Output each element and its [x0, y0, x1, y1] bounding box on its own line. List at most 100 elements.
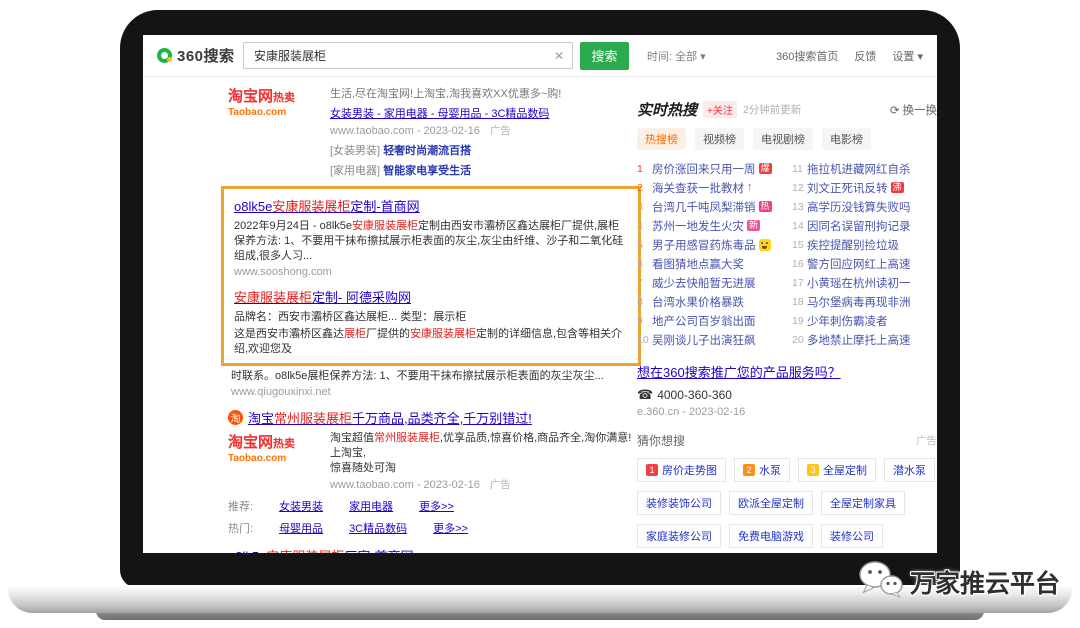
hot-search-item[interactable]: 16 警方回应网红上高速 [792, 254, 937, 273]
guess-tag[interactable]: 1 房价走势图 [637, 458, 726, 482]
search-result-2-tail: 时联系。o8lk5e展柜保养方法: 1、不要用干抹布擦拭展示柜表面的灰尘灰尘..… [231, 369, 634, 398]
taobao-logo[interactable]: 淘宝网热卖 Taobao.com [228, 85, 320, 178]
hot-tab[interactable]: 电影榜 [822, 128, 871, 150]
result-title-link[interactable]: 安康服装展柜定制- 阿德采购网 [234, 290, 411, 305]
more-link[interactable]: 更多>> [433, 520, 468, 536]
hot-search-item[interactable]: 15 疾控提醒别捡垃圾 [792, 235, 937, 254]
hot-badge: 新 [747, 220, 760, 231]
promo-link[interactable]: 想在360搜索推广您的产品服务吗？ [637, 362, 937, 381]
hot-list-col-1: 1 房价涨回来只用一周 爆 2 海关查获一批教材 ↑ [637, 159, 782, 349]
taobao-favicon: 淘 [228, 410, 243, 425]
guess-tag[interactable]: 家庭装修公司 [637, 524, 721, 548]
guess-tag-text: 全屋定制家具 [830, 495, 896, 511]
guess-tag[interactable]: 潜水泵 [884, 458, 935, 482]
guess-tag-text: 潜水泵 [893, 462, 926, 478]
ad-sub-item[interactable]: [家用电器] 智能家电享受生活 [330, 162, 561, 178]
hot-search-item[interactable]: 19 少年刺伤霸凌者 [792, 311, 937, 330]
guess-tag-text: 欧派全屋定制 [738, 495, 804, 511]
guess-tag-text: 免费电脑游戏 [738, 528, 804, 544]
result-url: www.sooshong.com [234, 266, 628, 278]
hot-item-text: 因同名误留刑拘记录 [807, 218, 911, 234]
rank-number: 18 [792, 296, 807, 308]
hot-search-item[interactable]: 2 海关查获一批教材 ↑ [637, 178, 782, 197]
guess-tag[interactable]: 免费电脑游戏 [729, 524, 813, 548]
hot-search-item[interactable]: 5 男子用感冒药炼毒品 [637, 235, 782, 254]
hot-badge: 热 [759, 201, 772, 212]
hot-search-item[interactable]: 8 台湾水果价格暴跌 [637, 292, 782, 311]
search-input[interactable]: 安康服装展柜 ✕ [243, 42, 573, 69]
recommend-link[interactable]: 母婴用品 [279, 520, 323, 536]
guess-tag[interactable]: 全屋定制家具 [821, 491, 905, 515]
sub-item-link[interactable]: 轻奢时尚潮流百搭 [383, 145, 471, 157]
search-button[interactable]: 搜索 [580, 42, 629, 70]
hot-search-item[interactable]: 1 房价涨回来只用一周 爆 [637, 159, 782, 178]
hot-search-item[interactable]: 13 高学历没钱算失败吗 [792, 197, 937, 216]
guess-header: 猜你想搜 广告 [637, 432, 937, 449]
guess-tag[interactable]: 3 全屋定制 [798, 458, 876, 482]
home-link[interactable]: 360搜索首页 [776, 48, 838, 64]
hot-tab[interactable]: 热搜榜 [637, 128, 686, 150]
hot-search-item[interactable]: 20 多地禁止摩托上高速 [792, 330, 937, 349]
hot-search-item[interactable]: 17 小黄瑶在杭州读初一 [792, 273, 937, 292]
follow-button[interactable]: +关注 [703, 101, 737, 118]
hot-badge: 沸 [891, 182, 904, 193]
time-filter-dropdown[interactable]: 时间: 全部 ▾ [647, 48, 706, 64]
ad-hot-row: 热门: 母婴用品 3C精品数码 更多>> [228, 520, 634, 536]
highlight-annotation-box: o8lk5e安康服装展柜定制-首商网 2022年9月24日 - o8lk5e安康… [221, 186, 641, 366]
taobao-domain: Taobao.com [228, 453, 320, 464]
hot-item-text: 拖拉机进藏网红自杀 [807, 161, 911, 177]
results-column: 淘宝网热卖 Taobao.com 生活,尽在淘宝网!上淘宝,淘我喜欢XX优惠多~… [228, 85, 634, 553]
taobao-ad-1-content: 生活,尽在淘宝网!上淘宝,淘我喜欢XX优惠多~购! 女装男装 - 家用电器 - … [330, 85, 561, 178]
recommend-link[interactable]: 3C精品数码 [349, 520, 407, 536]
ad-title-link[interactable]: 淘宝常州服装展柜千万商品,品类齐全,千万别错过! [248, 408, 532, 427]
rank-number: 5 [637, 239, 652, 251]
hot-search-item[interactable]: 11 拖拉机进藏网红自杀 [792, 159, 937, 178]
taobao-ad-2-content: 淘宝超值常州服装展柜,优享品质,惊喜价格,商品齐全,淘你满意!上淘宝, 惊喜随处… [330, 431, 634, 493]
360-search-logo[interactable]: 360搜索 [157, 45, 243, 66]
hot-search-item[interactable]: 12 刘文正死讯反转 沸 [792, 178, 937, 197]
refresh-button[interactable]: ⟳换一换 [890, 102, 937, 118]
hot-search-item[interactable]: 6 看图猜地点赢大奖 [637, 254, 782, 273]
result-title-link[interactable]: o8lk5e安康服装展柜定制-首商网 [234, 199, 420, 214]
hot-search-item[interactable]: 10 吴刚谈儿子出演狂飙 [637, 330, 782, 349]
hot-search-item[interactable]: 18 马尔堡病毒再现非洲 [792, 292, 937, 311]
hot-item-text: 高学历没钱算失败吗 [807, 199, 911, 215]
hot-tab[interactable]: 视频榜 [695, 128, 744, 150]
taobao-logo[interactable]: 淘宝网热卖 Taobao.com [228, 431, 320, 493]
hot-search-item[interactable]: 4 苏州一地发生火灾 新 [637, 216, 782, 235]
result-snippet: 这是西安市灞桥区鑫达展柜厂提供的安康服装展柜定制的详细信息,包含等相关介绍,欢迎… [234, 327, 628, 357]
ad-sub-item[interactable]: [女装男装] 轻奢时尚潮流百搭 [330, 142, 561, 158]
browser-viewport: 360搜索 安康服装展柜 ✕ 搜索 时间: 全部 ▾ 360搜索首页 反馈 设置… [143, 35, 937, 553]
guess-tag-text: 家庭装修公司 [646, 528, 712, 544]
result-title-link[interactable]: o8lk5e安康服装展柜厂家-首商网 [228, 549, 414, 553]
rank-number: 1 [637, 163, 652, 175]
search-header: 360搜索 安康服装展柜 ✕ 搜索 时间: 全部 ▾ 360搜索首页 反馈 设置… [143, 35, 937, 77]
hot-list-col-2: 11 拖拉机进藏网红自杀 12 刘文正死讯反转 沸 [792, 159, 937, 349]
clear-search-icon[interactable]: ✕ [554, 49, 564, 63]
hot-tab[interactable]: 电视剧榜 [753, 128, 813, 150]
recommend-label: 推荐: [228, 498, 253, 514]
more-link[interactable]: 更多>> [419, 498, 454, 514]
hot-item-text: 台湾水果价格暴跌 [652, 294, 744, 310]
settings-dropdown[interactable]: 设置 ▾ [892, 48, 923, 64]
sub-item-link[interactable]: 智能家电享受生活 [383, 165, 471, 177]
hot-search-item[interactable]: 9 地产公司百岁翁出面 [637, 311, 782, 330]
hot-search-item[interactable]: 7 威少去快船暂无进展 [637, 273, 782, 292]
header-links: 360搜索首页 反馈 设置 ▾ [776, 48, 923, 64]
rank-number: 9 [637, 315, 652, 327]
ad-category-links[interactable]: 女装男装 - 家用电器 - 母婴用品 - 3C精品数码 [330, 105, 561, 121]
hot-search-item[interactable]: 14 因同名误留刑拘记录 [792, 216, 937, 235]
guess-tag[interactable]: 欧派全屋定制 [729, 491, 813, 515]
hot-item-text: 小黄瑶在杭州读初一 [807, 275, 911, 291]
hot-search-item[interactable]: 3 台湾几千吨凤梨滞销 热 [637, 197, 782, 216]
result-attributes: 品牌名：西安市灞桥区鑫达展柜... 类型：展示柜 [234, 310, 628, 325]
hot-item-text: 看图猜地点赢大奖 [652, 256, 744, 272]
guess-tag[interactable]: 2 水泵 [734, 458, 790, 482]
feedback-link[interactable]: 反馈 [854, 48, 876, 64]
recommend-link[interactable]: 女装男装 [279, 498, 323, 514]
ad-tagline: 生活,尽在淘宝网!上淘宝,淘我喜欢XX优惠多~购! [330, 85, 561, 101]
guess-tag[interactable]: 装修装饰公司 [637, 491, 721, 515]
recommend-link[interactable]: 家用电器 [349, 498, 393, 514]
guess-tag[interactable]: 装修公司 [821, 524, 883, 548]
rank-number: 8 [637, 296, 652, 308]
